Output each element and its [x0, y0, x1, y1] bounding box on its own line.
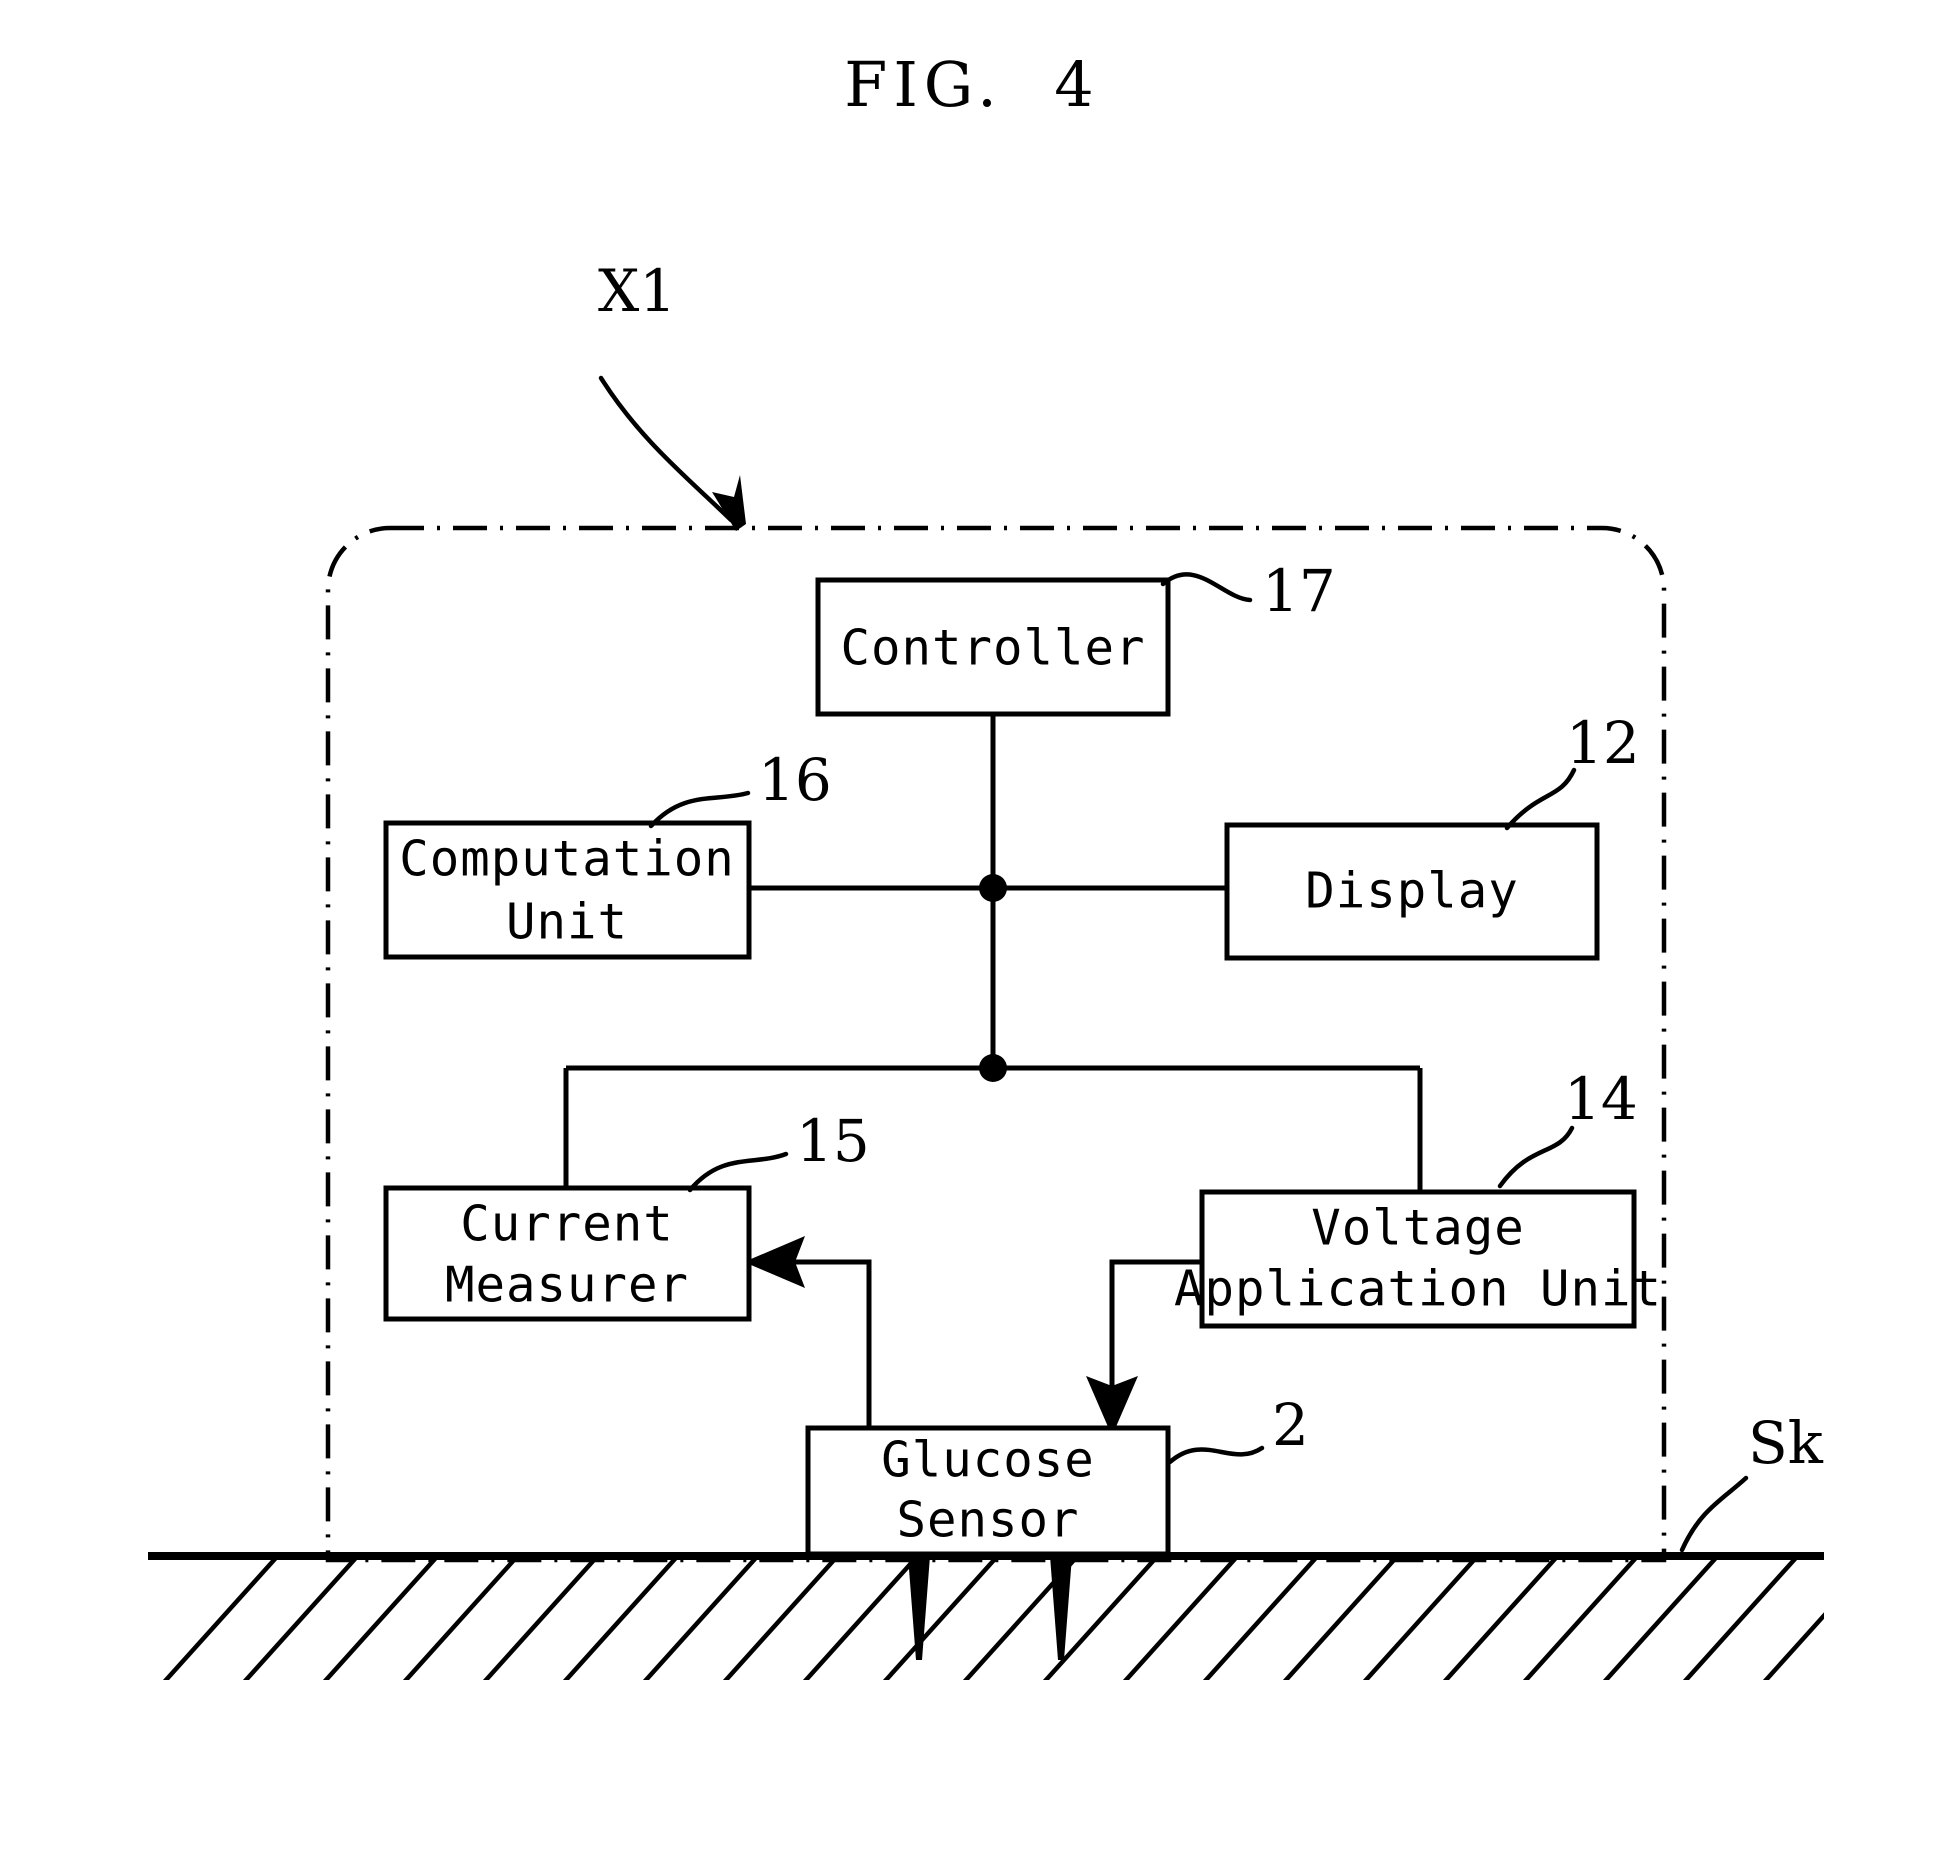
- junction-dot-upper: [979, 874, 1007, 902]
- block-glucose-sensor-label-line-2: Sensor: [896, 1492, 1079, 1549]
- block-voltage-application-unit-label-line-1: Voltage: [1311, 1200, 1525, 1257]
- x1-leader-line: [598, 375, 734, 523]
- junction-dot-lower: [979, 1054, 1007, 1082]
- patent-figure-canvas: FIG. 4 Controller Computation Unit Displ…: [0, 0, 1944, 1857]
- ref-14-leader: [1497, 1125, 1575, 1189]
- ref-12-leader: [1504, 767, 1577, 831]
- ref-15-leader: [687, 1151, 789, 1193]
- microneedle-right: [1050, 1556, 1072, 1660]
- block-current-measurer-label-line-1: Current: [460, 1196, 674, 1253]
- ref-2-number: 2: [1272, 1391, 1309, 1459]
- ref-14-number: 14: [1564, 1065, 1638, 1133]
- block-computation-unit-label-line-2: Unit: [506, 894, 628, 951]
- ref-17-leader: [1160, 572, 1253, 603]
- block-display-label-line-1: Display: [1305, 863, 1519, 920]
- x1-leader-arrowhead: [712, 475, 746, 531]
- skin-label: Sk: [1748, 1409, 1824, 1477]
- block-glucose-sensor-label-line-1: Glucose: [881, 1432, 1095, 1489]
- diagram-svg: Controller Computation Unit Display Curr…: [148, 257, 1824, 1680]
- ref-12-number: 12: [1566, 709, 1640, 777]
- ref-17-number: 17: [1262, 557, 1336, 625]
- device-boundary-label: X1: [598, 257, 676, 325]
- block-current-measurer-label-line-2: Measurer: [445, 1257, 689, 1314]
- ref-15-number: 15: [796, 1107, 870, 1175]
- skin-hatching: [162, 1556, 1824, 1680]
- block-voltage-application-unit-label-line-2: Application Unit: [1174, 1261, 1662, 1318]
- wire-sensor-to-current-measurer: [795, 1259, 872, 1430]
- microneedle-left: [908, 1556, 930, 1660]
- ref-16-number: 16: [758, 746, 832, 814]
- block-computation-unit-label-line-1: Computation: [399, 831, 735, 888]
- block-controller-label-line-1: Controller: [840, 620, 1145, 677]
- sk-leader: [1679, 1475, 1749, 1553]
- ref-2-leader: [1167, 1445, 1265, 1465]
